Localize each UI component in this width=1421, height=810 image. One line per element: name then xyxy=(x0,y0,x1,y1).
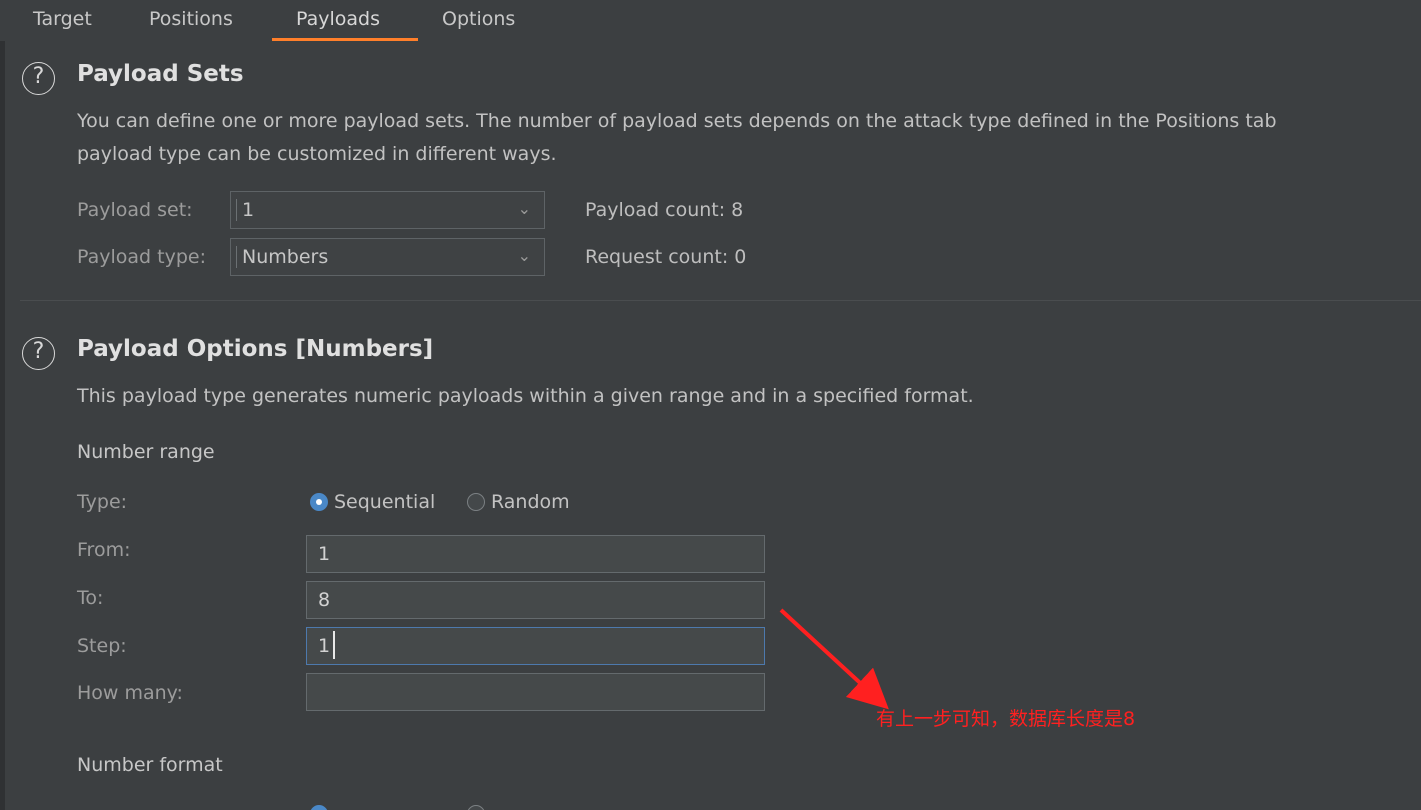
request-count: Request count: 0 xyxy=(585,246,747,268)
payload-set-select[interactable]: 1 ⌄ xyxy=(230,191,545,229)
from-label: From: xyxy=(77,539,131,561)
tab-options[interactable]: Options xyxy=(442,0,515,41)
step-label: Step: xyxy=(77,635,127,657)
type-label: Type: xyxy=(77,491,128,513)
chevron-down-icon: ⌄ xyxy=(517,199,531,218)
step-input[interactable] xyxy=(306,627,765,665)
partial-radio-2[interactable] xyxy=(467,805,485,810)
payload-set-separator xyxy=(236,199,237,221)
payload-set-label: Payload set: xyxy=(77,199,193,221)
number-format-label: Number format xyxy=(77,754,223,776)
from-input[interactable] xyxy=(306,535,765,573)
sequential-radio[interactable] xyxy=(310,493,328,511)
payload-sets-title: Payload Sets xyxy=(77,61,244,87)
annotation-text: 有上一步可知，数据库长度是8 xyxy=(876,708,1136,730)
tab-payloads[interactable]: Payloads xyxy=(296,0,380,41)
to-input[interactable] xyxy=(306,581,765,619)
payload-type-select[interactable]: Numbers ⌄ xyxy=(230,238,545,276)
random-radio[interactable] xyxy=(467,493,485,511)
random-label: Random xyxy=(491,491,570,513)
payload-options-description: This payload type generates numeric payl… xyxy=(77,385,974,407)
tab-positions[interactable]: Positions xyxy=(149,0,233,41)
payload-type-label: Payload type: xyxy=(77,246,206,268)
payload-sets-description-line-1: You can define one or more payload sets.… xyxy=(77,110,1277,132)
section-divider xyxy=(20,300,1421,301)
partial-radio-option-2[interactable] xyxy=(467,798,485,810)
help-icon[interactable]: ? xyxy=(22,337,55,370)
tab-bar: Target Positions Payloads Options xyxy=(0,0,1421,41)
to-label: To: xyxy=(77,587,104,609)
tab-target[interactable]: Target xyxy=(33,0,92,41)
how-many-input[interactable] xyxy=(306,673,765,711)
payload-set-value: 1 xyxy=(242,199,255,221)
payload-options-title: Payload Options [Numbers] xyxy=(77,336,434,362)
payload-sets-description-line-2: payload type can be customized in differ… xyxy=(77,143,557,165)
number-range-label: Number range xyxy=(77,441,215,463)
payload-count: Payload count: 8 xyxy=(585,199,744,221)
left-border xyxy=(0,0,5,810)
random-radio-option[interactable]: Random xyxy=(467,486,570,518)
partial-radio[interactable] xyxy=(310,805,328,810)
text-cursor xyxy=(333,631,335,659)
payload-type-separator xyxy=(236,246,237,268)
sequential-radio-option[interactable]: Sequential xyxy=(310,486,435,518)
active-tab-indicator xyxy=(272,38,418,41)
payload-type-value: Numbers xyxy=(242,246,329,268)
chevron-down-icon: ⌄ xyxy=(517,246,531,265)
payloads-panel: Target Positions Payloads Options ? Payl… xyxy=(0,0,1421,810)
red-arrow-annotation xyxy=(779,608,889,710)
help-icon[interactable]: ? xyxy=(22,62,55,95)
partial-radio-option[interactable] xyxy=(310,798,328,810)
sequential-label: Sequential xyxy=(334,491,436,513)
how-many-label: How many: xyxy=(77,682,183,704)
